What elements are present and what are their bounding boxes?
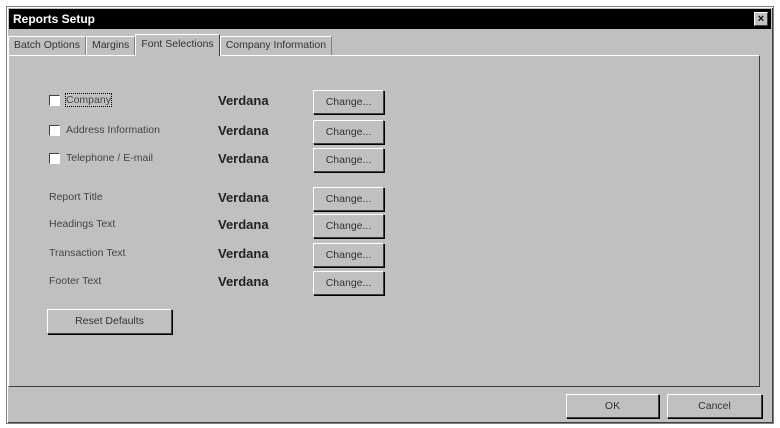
footer-label: Footer Text — [49, 275, 102, 287]
telephone-change-button[interactable]: Change... — [313, 148, 384, 172]
report-title-label: Report Title — [49, 191, 103, 203]
company-label[interactable]: Company — [65, 93, 112, 107]
font-row-footer: Footer Text Verdana Change... — [9, 271, 759, 295]
transaction-change-button[interactable]: Change... — [313, 243, 384, 267]
tab-font-selections[interactable]: Font Selections — [135, 34, 220, 56]
font-row-report-title: Report Title Verdana Change... — [9, 187, 759, 211]
report-title-font-name: Verdana — [218, 190, 269, 205]
tab-strip: Batch Options Margins Font Selections Co… — [8, 33, 333, 56]
company-checkbox[interactable]: Company — [49, 93, 112, 107]
close-icon[interactable]: × — [754, 12, 768, 26]
tab-batch-options[interactable]: Batch Options — [8, 36, 86, 55]
headings-label: Headings Text — [49, 218, 116, 230]
transaction-font-name: Verdana — [218, 246, 269, 261]
title-bar[interactable]: Reports Setup × — [9, 9, 771, 29]
report-title-change-button[interactable]: Change... — [313, 187, 384, 211]
footer-font-name: Verdana — [218, 274, 269, 289]
font-row-transaction: Transaction Text Verdana Change... — [9, 243, 759, 267]
footer-change-button[interactable]: Change... — [313, 271, 384, 295]
telephone-checkbox[interactable]: Telephone / E-mail — [49, 152, 153, 164]
company-font-name: Verdana — [218, 93, 269, 108]
address-checkbox[interactable]: Address Information — [49, 124, 160, 136]
cancel-button[interactable]: Cancel — [667, 394, 762, 418]
font-row-headings: Headings Text Verdana Change... — [9, 214, 759, 238]
checkbox-box[interactable] — [49, 124, 60, 136]
address-font-name: Verdana — [218, 123, 269, 138]
checkbox-box[interactable] — [49, 152, 60, 164]
address-label[interactable]: Address Information — [66, 124, 160, 136]
company-change-button[interactable]: Change... — [313, 90, 384, 114]
checkbox-box[interactable] — [49, 94, 60, 106]
font-row-company: Company Verdana Change... — [9, 90, 759, 114]
window-title: Reports Setup — [13, 12, 96, 26]
transaction-label: Transaction Text — [49, 247, 126, 259]
font-row-telephone: Telephone / E-mail Verdana Change... — [9, 148, 759, 172]
font-row-address: Address Information Verdana Change... — [9, 120, 759, 144]
headings-change-button[interactable]: Change... — [313, 214, 384, 238]
telephone-font-name: Verdana — [218, 151, 269, 166]
headings-font-name: Verdana — [218, 217, 269, 232]
tab-company-information[interactable]: Company Information — [219, 36, 333, 55]
tab-margins[interactable]: Margins — [85, 36, 136, 55]
telephone-label[interactable]: Telephone / E-mail — [66, 152, 153, 164]
reset-defaults-button[interactable]: Reset Defaults — [47, 309, 172, 334]
address-change-button[interactable]: Change... — [313, 120, 384, 144]
ok-button[interactable]: OK — [566, 394, 659, 418]
font-selections-panel: Company Verdana Change... Address Inform… — [8, 55, 760, 387]
